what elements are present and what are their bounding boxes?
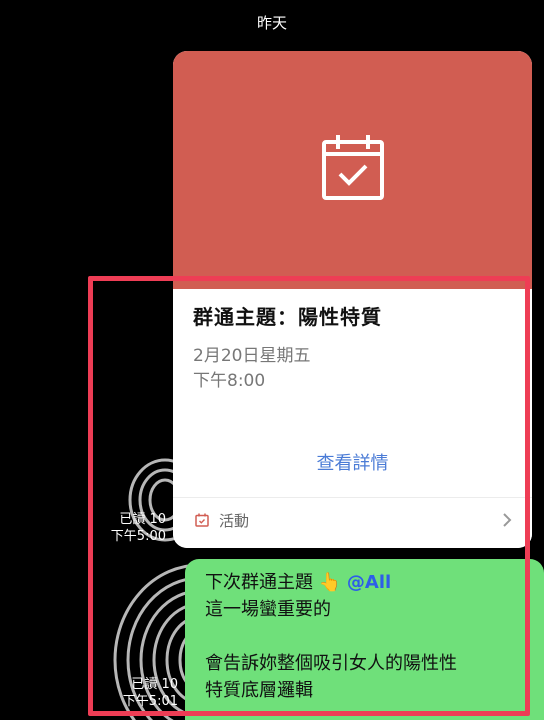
sent-time: 下午5:01: [122, 694, 178, 709]
message-line-text: 下次群通主題: [205, 572, 313, 593]
message-line: 這一場蠻重要的: [205, 599, 331, 620]
date-separator: 昨天: [256, 14, 287, 32]
read-count: 已讀 10: [119, 512, 166, 527]
mention-all[interactable]: @All: [347, 572, 391, 593]
event-card[interactable]: 群通主題：陽性特質 2月20日星期五 下午8:00 查看詳情 活動: [173, 51, 532, 548]
message-line: 下次群通主題 👆 @All: [205, 569, 457, 596]
message-line: 會告訴妳整個吸引女人的陽性性: [205, 653, 457, 674]
event-calendar-icon: [195, 513, 209, 527]
sent-time: 下午5:00: [110, 529, 166, 544]
message-line: 特質底層邏輯: [205, 680, 313, 701]
calendar-check-icon: [322, 135, 384, 200]
event-date: 2月20日星期五: [193, 346, 311, 366]
event-footer[interactable]: 活動: [173, 498, 532, 548]
read-receipt: 已讀 10 下午5:00: [111, 511, 166, 545]
event-footer-label: 活動: [219, 512, 250, 530]
event-body: 群通主題：陽性特質 2月20日星期五 下午8:00 查看詳情 活動: [173, 289, 532, 548]
read-receipt: 已讀 10 下午5:01: [123, 676, 178, 710]
event-time: 下午8:00: [193, 371, 266, 391]
pointing-up-emoji: 👆: [318, 572, 342, 593]
message-bubble[interactable]: 下次群通主題 👆 @All 這一場蠻重要的 會告訴妳整個吸引女人的陽性性 特質底…: [185, 559, 544, 720]
message-text: 下次群通主題 👆 @All 這一場蠻重要的 會告訴妳整個吸引女人的陽性性 特質底…: [205, 569, 457, 704]
event-title: 群通主題：陽性特質: [193, 305, 382, 329]
view-details-link[interactable]: 查看詳情: [173, 449, 532, 475]
event-banner: [173, 51, 532, 289]
chat-screen: 昨天 群通主題：陽性特質 2月20日星期五 下午8:00 查看詳情 活動 已讀 …: [0, 0, 544, 720]
read-count: 已讀 10: [131, 677, 178, 692]
chevron-right-icon: [503, 513, 512, 527]
